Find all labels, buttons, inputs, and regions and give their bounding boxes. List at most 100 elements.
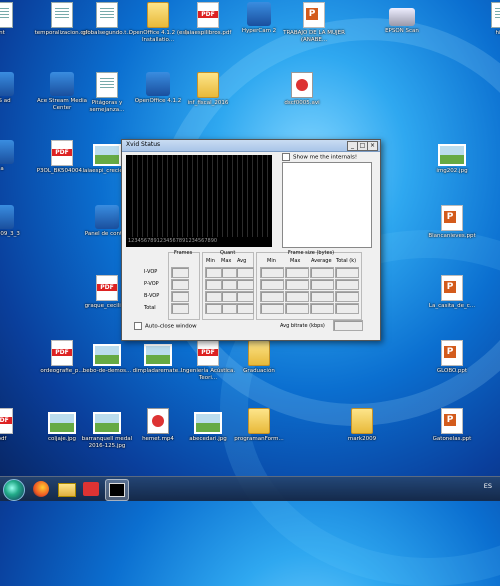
ppt-icon	[441, 340, 463, 366]
stat-cell	[260, 291, 284, 302]
start-button[interactable]	[3, 479, 25, 501]
auto-close-checkbox[interactable]: Auto-close window	[134, 322, 197, 330]
stat-cell	[285, 291, 309, 302]
stat-cell	[335, 279, 359, 290]
desktop-icon-label: GLOBO.ppt	[436, 368, 468, 374]
vid-icon	[291, 72, 313, 98]
close-icon[interactable]: ×	[367, 141, 378, 151]
desktop-icon[interactable]: dscf0005.avi	[270, 72, 334, 107]
scan-icon	[389, 8, 415, 26]
stat-cell	[236, 267, 254, 278]
desktop-icon[interactable]: nt	[0, 2, 34, 37]
ppt-icon	[441, 205, 463, 231]
folder-icon	[351, 408, 373, 434]
frames-header: Frames	[174, 250, 193, 256]
desktop-icon-label: TRABAJO DE LA MUJER (ANABE...	[283, 30, 345, 43]
img-icon	[48, 412, 76, 434]
desktop-icon[interactable]: Blancanieves.ppt	[420, 205, 484, 240]
doc-icon	[0, 2, 13, 28]
stat-cell	[236, 279, 254, 290]
app-icon	[50, 72, 74, 96]
desktop-icon-label: a	[0, 166, 4, 172]
graph-ticks: 1234567891234567891234567890	[128, 238, 218, 244]
desktop-icon[interactable]: programanForm...	[227, 408, 291, 443]
row-label-ivop: I-VOP	[144, 269, 158, 275]
language-indicator[interactable]: ES	[484, 482, 492, 490]
stat-cell	[310, 303, 334, 314]
stat-cell	[335, 267, 359, 278]
pdf-icon	[51, 140, 73, 166]
xvid-status-window[interactable]: Xvid Status _ □ × 1234567891234567891234…	[121, 139, 381, 341]
show-internals-label: Show me the internals!	[293, 154, 358, 161]
app-icon	[0, 72, 14, 96]
stat-cell	[285, 267, 309, 278]
desktop-icon[interactable]: a	[0, 140, 34, 173]
app-icon	[0, 205, 14, 229]
desktop-icon-label: Graduación	[243, 368, 275, 374]
title-bar[interactable]: Xvid Status _ □ ×	[122, 140, 380, 152]
desktop-icon[interactable]: ISS ad	[0, 72, 34, 105]
stat-cell	[171, 267, 189, 278]
quant-graph: 1234567891234567891234567890	[126, 155, 272, 247]
desktop-icon[interactable]: hiwa	[470, 2, 500, 37]
auto-close-label: Auto-close window	[145, 323, 197, 330]
taskbar-explorer-icon[interactable]	[55, 479, 77, 499]
desktop-icon-label: nt	[0, 30, 5, 36]
app-icon	[146, 72, 170, 96]
desktop-icon-label: img202.jpg	[436, 168, 468, 174]
folder-icon	[197, 72, 219, 98]
fs-col-total: Total (k)	[336, 258, 357, 264]
avg-bitrate-label: Avg bitrate (kbps)	[280, 323, 325, 329]
ppt-icon	[303, 2, 325, 28]
taskbar-xvid-icon[interactable]	[105, 479, 129, 501]
pdf-icon	[197, 2, 219, 28]
desktop-icon[interactable]: inf_fiscal_2016	[176, 72, 240, 107]
desktop-icon[interactable]: pdf	[0, 408, 34, 443]
desktop-icon[interactable]: mark2009	[330, 408, 394, 443]
doc-icon	[51, 2, 73, 28]
vid-icon	[147, 408, 169, 434]
doc-icon	[491, 2, 500, 28]
doc-icon	[96, 72, 118, 98]
desktop-icon[interactable]: TRABAJO DE LA MUJER (ANABE...	[282, 2, 346, 43]
desktop-icon[interactable]: GLOBO.ppt	[420, 340, 484, 375]
desktop-icon[interactable]: DJI 2009_3_3	[0, 205, 34, 238]
quant-col-max: Max	[221, 258, 232, 264]
desktop-icon-label: EPSON Scan	[385, 28, 419, 34]
desktop-icon[interactable]: Graduación	[227, 340, 291, 375]
app-icon	[247, 2, 271, 26]
desktop-icon[interactable]: La_casita_de_c...	[420, 275, 484, 310]
desktop-icon[interactable]: Gatonelas.ppt	[420, 408, 484, 443]
stat-cell	[285, 303, 309, 314]
fs-col-average: Average	[311, 258, 332, 264]
pdf-icon	[197, 340, 219, 366]
desktop-icon-label: inf_fiscal_2016	[187, 100, 229, 106]
stat-cell	[310, 279, 334, 290]
img-icon	[144, 344, 172, 366]
desktop-icon-label: programanForm...	[234, 436, 284, 442]
stat-cell	[335, 303, 359, 314]
pdf-icon	[0, 408, 13, 434]
taskbar-media-icon[interactable]	[80, 479, 102, 499]
taskbar: ES	[0, 476, 500, 501]
folder-icon	[147, 2, 169, 28]
stat-cell	[171, 291, 189, 302]
desktop-icon-label: pdf	[0, 436, 7, 442]
quant-col-min: Min	[206, 258, 215, 264]
quant-header: Quant	[220, 250, 236, 256]
desktop-icon-label: ISS ad	[0, 98, 11, 104]
framesize-header: Frame size (bytes)	[288, 250, 335, 256]
stat-cell	[335, 291, 359, 302]
row-label-total: Total	[144, 305, 156, 311]
stat-cell	[260, 267, 284, 278]
desktop-icon-label: mark2009	[347, 436, 377, 442]
desktop-icon-label: DJI 2009_3_3	[0, 231, 20, 237]
folder-icon	[248, 408, 270, 434]
taskbar-firefox-icon[interactable]	[30, 479, 52, 499]
desktop-icon-label: dscf0005.avi	[284, 100, 320, 106]
desktop-icon-label: hiwa	[495, 30, 500, 36]
stat-cell	[310, 291, 334, 302]
desktop-icon[interactable]: EPSON Scan	[370, 2, 434, 35]
show-internals-checkbox[interactable]: Show me the internals!	[282, 153, 357, 161]
desktop-icon[interactable]: img202.jpg	[420, 140, 484, 175]
